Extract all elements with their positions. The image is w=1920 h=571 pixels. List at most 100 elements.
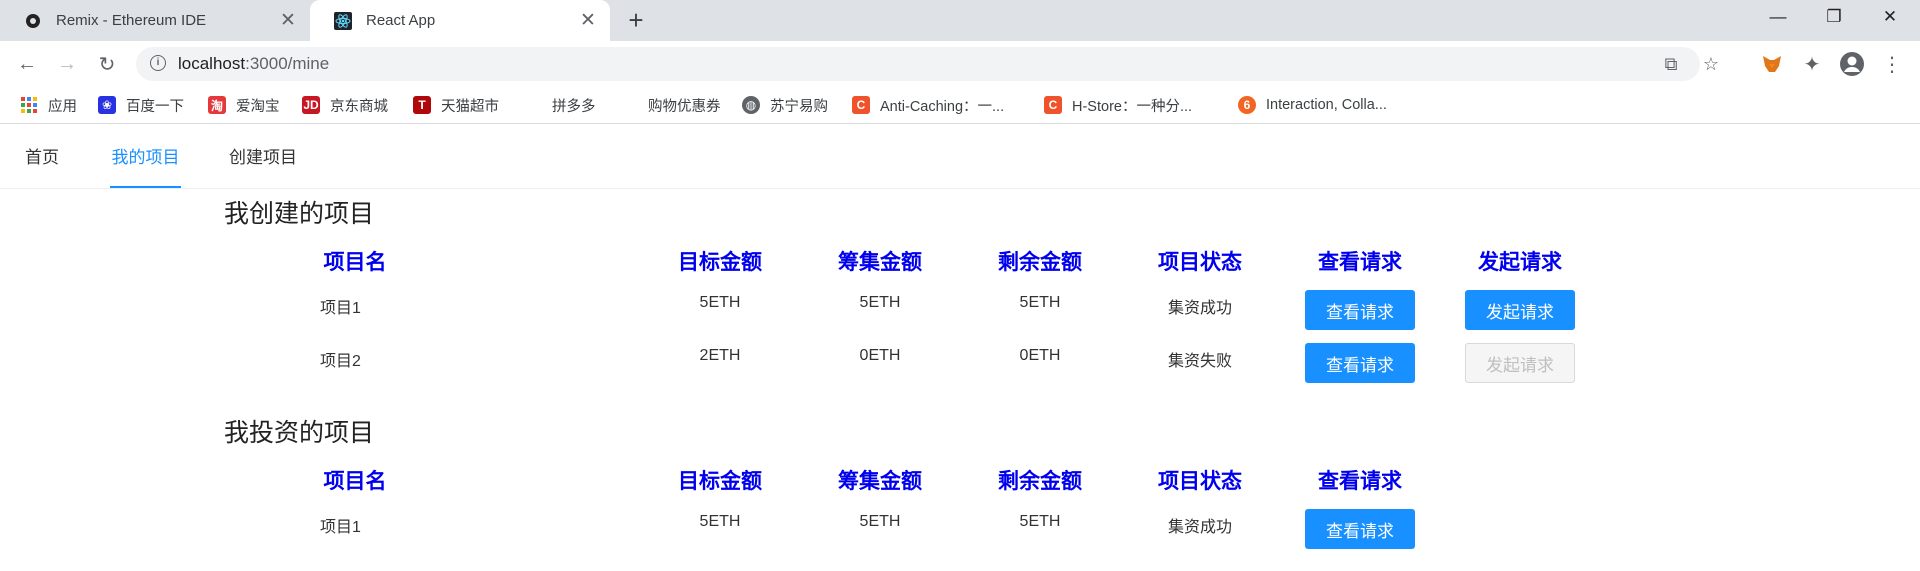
url-path: :3000/mine [245, 54, 330, 73]
close-icon[interactable]: ✕ [274, 7, 302, 35]
jd-icon: JD [302, 96, 320, 114]
react-icon [334, 11, 352, 30]
back-arrow-icon[interactable]: ← [12, 49, 42, 79]
bookmark-label: 京东商城 [330, 98, 388, 115]
minimize-button[interactable]: — [1750, 0, 1806, 34]
project-name: 项目2 [320, 353, 361, 370]
raised-amount: 5ETH [859, 294, 901, 311]
bookmark-anti-caching[interactable]: C Anti-Caching：一... [852, 94, 1004, 116]
bookmark-h-store[interactable]: C H-Store：一种分... [1044, 94, 1192, 116]
bookmark-label: 应用 [48, 98, 77, 115]
target-amount: 2ETH [699, 347, 741, 364]
extensions-puzzle-icon[interactable]: ✦ [1796, 48, 1828, 80]
bookmark-apps[interactable]: 应用 [20, 94, 77, 116]
raised-amount: 5ETH [859, 513, 901, 530]
raised-amount: 0ETH [859, 347, 901, 364]
new-tab-button[interactable]: + [622, 5, 650, 35]
menu-item-home[interactable]: 首页 [25, 128, 59, 188]
bookmark-label: 拼多多 [552, 98, 596, 115]
view-requests-button[interactable]: 查看请求 [1305, 343, 1415, 383]
taobao-icon: 淘 [208, 96, 226, 114]
project-name: 项目1 [320, 300, 361, 317]
column-header: 查看请求 [1318, 470, 1402, 493]
bookmark-label: 天猫超市 [441, 98, 499, 115]
section-title-created: 我创建的项目 [224, 200, 375, 228]
view-requests-button[interactable]: 查看请求 [1305, 509, 1415, 549]
metamask-icon[interactable] [1756, 48, 1788, 80]
column-header: 目标金额 [678, 251, 762, 274]
blank-page-icon [620, 96, 638, 114]
globe-icon: ◍ [742, 96, 760, 114]
bookmark-star-icon[interactable]: ☆ [1700, 53, 1722, 75]
menu-item-my-projects[interactable]: 我的项目 [110, 128, 181, 188]
project-name: 项目1 [320, 519, 361, 536]
remaining-amount: 0ETH [1019, 347, 1061, 364]
initiate-request-button-disabled: 发起请求 [1465, 343, 1575, 383]
restore-button[interactable]: ❐ [1806, 0, 1862, 34]
bookmark-label: H-Store：一种分... [1072, 98, 1193, 115]
profile-avatar-icon[interactable] [1836, 48, 1868, 80]
bookmark-suning[interactable]: ◍ 苏宁易购 [742, 94, 828, 116]
bookmark-pinduoduo[interactable]: 拼多多 [524, 94, 596, 116]
close-icon[interactable]: ✕ [574, 7, 602, 35]
tmall-icon: T [413, 96, 431, 114]
tab-strip: Remix - Ethereum IDE ✕ React App ✕ + — ❐… [0, 0, 1920, 41]
column-header: 查看请求 [1318, 251, 1402, 274]
tab-title: Remix - Ethereum IDE [56, 12, 207, 29]
address-bar[interactable]: i localhost:3000/mine ⧉ ☆ [136, 47, 1719, 81]
bookmark-label: 购物优惠券 [648, 98, 721, 115]
menu-item-create-project[interactable]: 创建项目 [229, 128, 297, 188]
bookmark-label: Anti-Caching：一... [880, 98, 1005, 115]
bookmark-label: 苏宁易购 [770, 98, 828, 115]
view-requests-button[interactable]: 查看请求 [1305, 290, 1415, 330]
column-header: 项目名 [323, 251, 387, 274]
bookmark-baidu[interactable]: ❀ 百度一下 [98, 94, 184, 116]
target-amount: 5ETH [699, 513, 741, 530]
tab-title: React App [366, 12, 436, 29]
translate-icon[interactable]: ⧉ [1660, 53, 1682, 75]
project-status: 集资成功 [1167, 300, 1232, 317]
apps-grid-icon [20, 96, 38, 114]
project-status: 集资失败 [1167, 353, 1232, 370]
baidu-paw-icon: ❀ [98, 96, 116, 114]
bookmarks-bar: 应用 ❀ 百度一下 淘 爱淘宝 JD 京东商城 T 天猫超市 拼多多 购物优惠券… [0, 87, 1920, 124]
csdn-icon: C [1044, 96, 1062, 114]
reload-icon[interactable]: ↻ [92, 49, 122, 79]
tab-react-app[interactable]: React App ✕ [310, 0, 610, 41]
column-header: 项目状态 [1158, 470, 1242, 493]
app-menu: 首页 我的项目 创建项目 [0, 128, 1920, 189]
remaining-amount: 5ETH [1019, 294, 1061, 311]
forward-arrow-icon[interactable]: → [52, 49, 82, 79]
site-logo-icon: 6 [1238, 96, 1256, 114]
blank-page-icon [524, 96, 542, 114]
bookmark-aitaobao[interactable]: 淘 爱淘宝 [208, 94, 280, 116]
bookmark-label: 百度一下 [126, 98, 184, 115]
initiate-request-button[interactable]: 发起请求 [1465, 290, 1575, 330]
bookmark-label: Interaction, Colla... [1266, 97, 1387, 113]
bookmark-jd[interactable]: JD 京东商城 [302, 94, 388, 116]
project-status: 集资成功 [1167, 519, 1232, 536]
column-header: 剩余金额 [998, 251, 1082, 274]
column-header: 筹集金额 [838, 470, 922, 493]
target-amount: 5ETH [699, 294, 741, 311]
tab-remix[interactable]: Remix - Ethereum IDE ✕ [0, 0, 310, 41]
remix-icon [24, 12, 42, 30]
bookmark-interaction[interactable]: 6 Interaction, Colla... [1238, 94, 1387, 116]
column-header: 发起请求 [1478, 251, 1562, 274]
column-header: 项目状态 [1158, 251, 1242, 274]
section-title-invested: 我投资的项目 [224, 419, 375, 447]
url-host: localhost [178, 54, 246, 73]
column-header: 筹集金额 [838, 251, 922, 274]
column-header: 目标金额 [678, 470, 762, 493]
window-close-button[interactable]: ✕ [1862, 0, 1918, 34]
site-info-icon[interactable]: i [150, 55, 166, 71]
browser-toolbar: ← → ↻ i localhost:3000/mine ⧉ ☆ ✦ ⋮ [0, 41, 1920, 87]
remaining-amount: 5ETH [1019, 513, 1061, 530]
csdn-icon: C [852, 96, 870, 114]
column-header: 项目名 [323, 470, 387, 493]
bookmark-tmall[interactable]: T 天猫超市 [413, 94, 499, 116]
bookmark-label: 爱淘宝 [236, 98, 280, 115]
bookmark-coupons[interactable]: 购物优惠券 [620, 94, 721, 116]
column-header: 剩余金额 [998, 470, 1082, 493]
more-menu-icon[interactable]: ⋮ [1876, 48, 1908, 80]
